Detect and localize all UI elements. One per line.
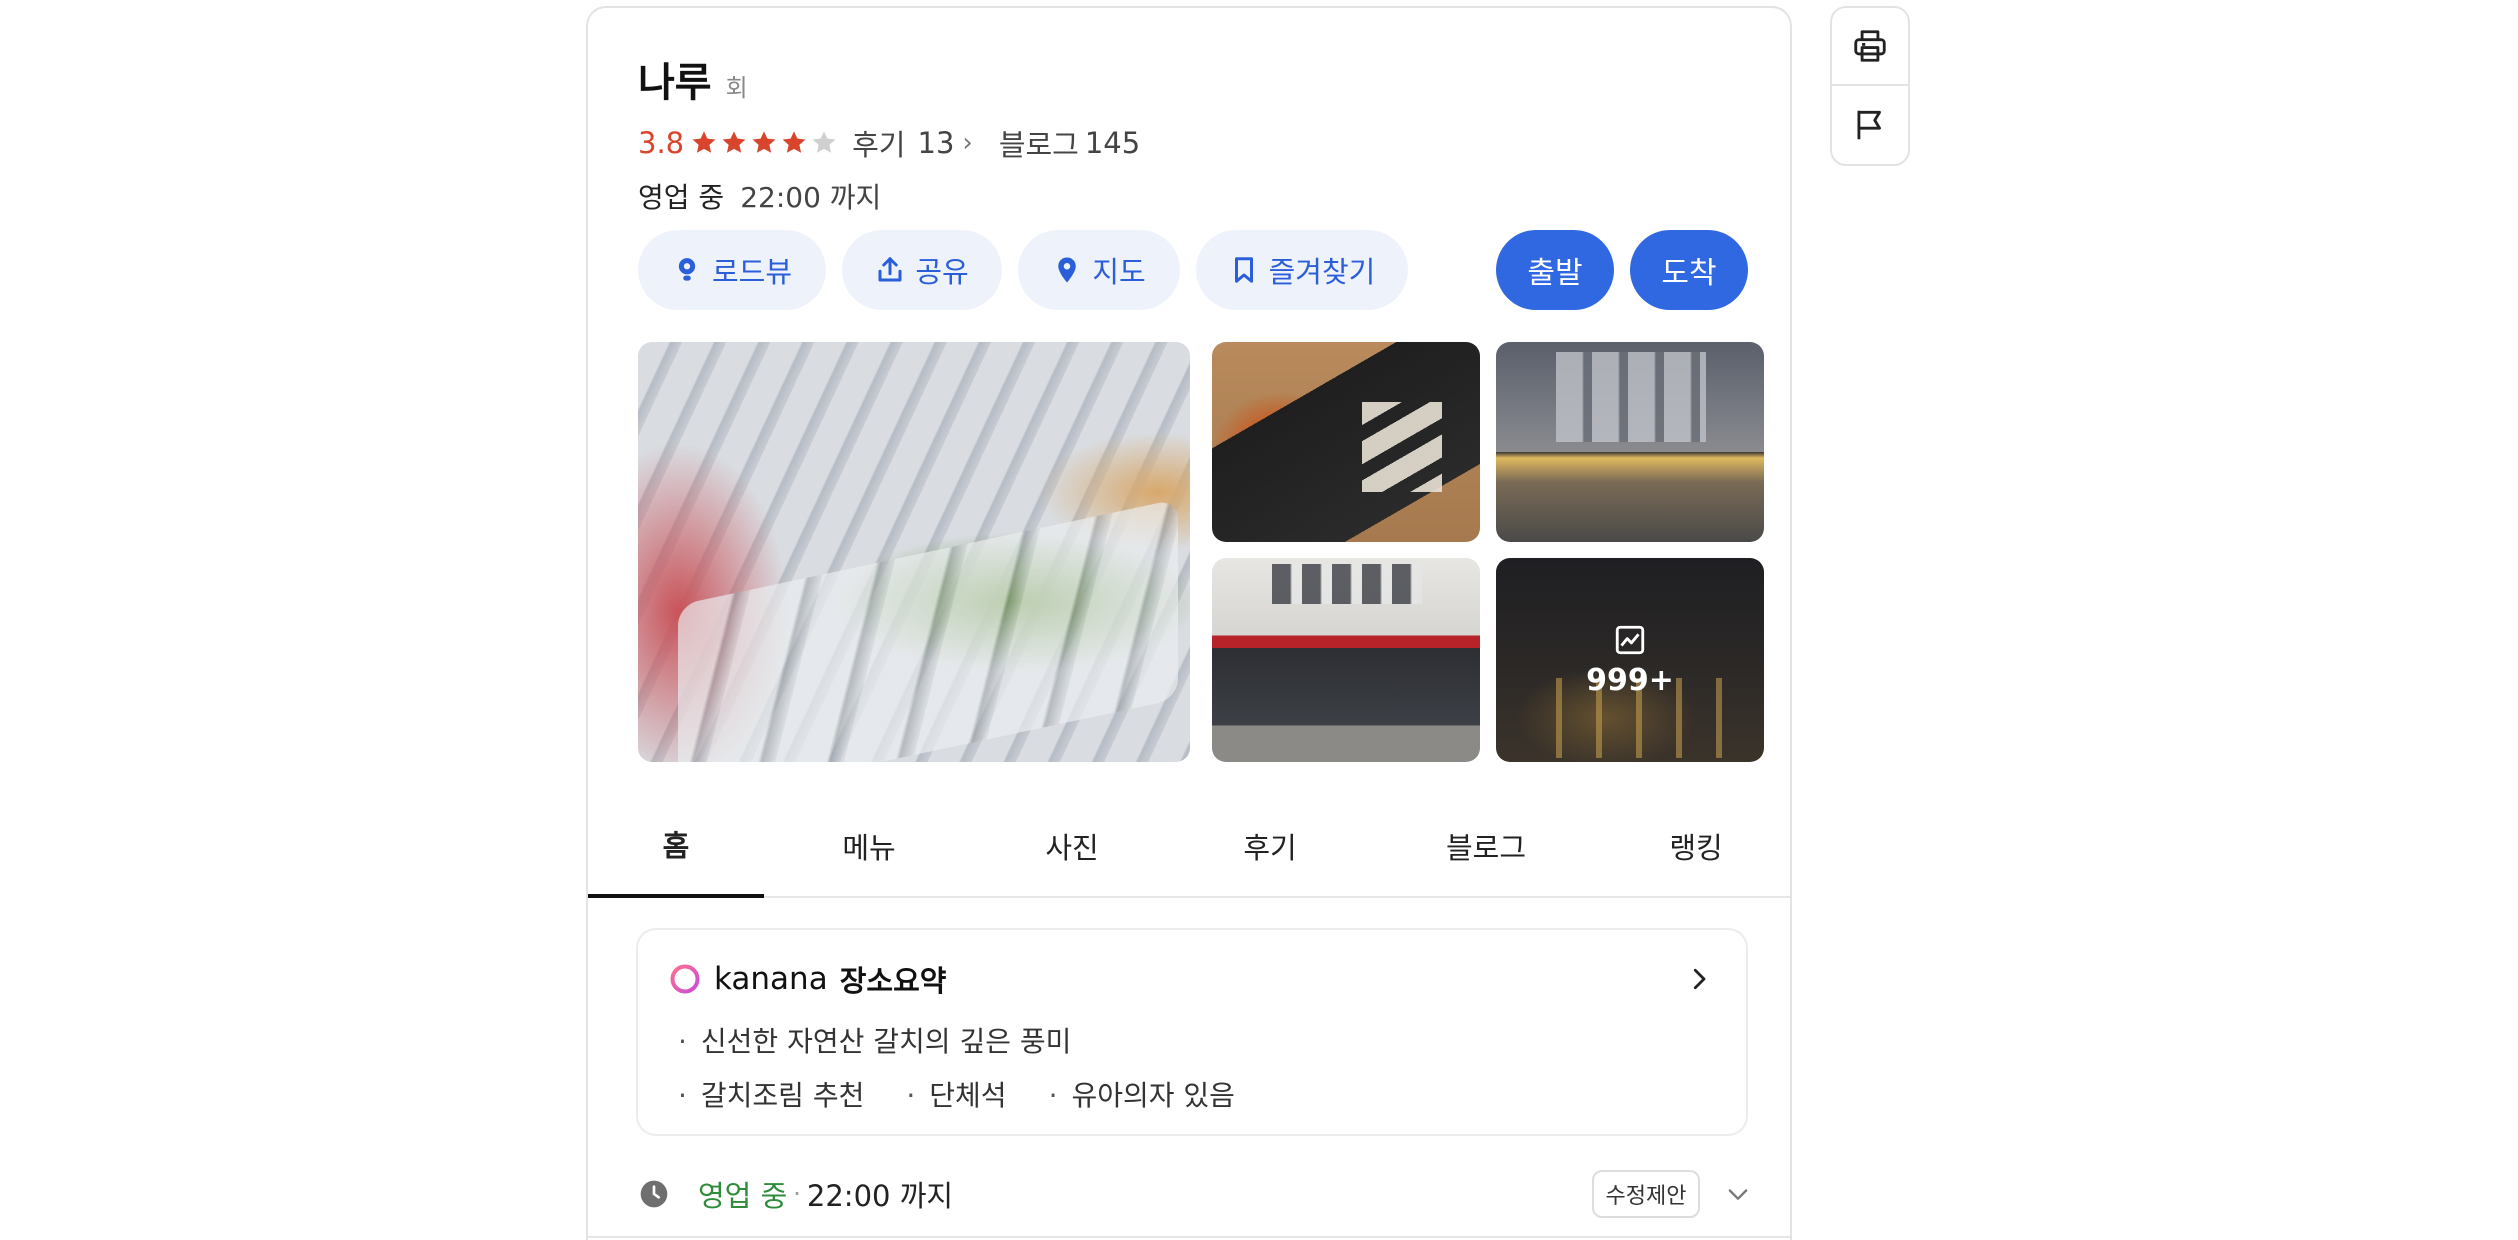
photo-thumbnail[interactable]: [1496, 342, 1764, 542]
gallery-icon: [1615, 625, 1645, 654]
hours-row: 영업 중 22:00 까지: [638, 176, 1140, 216]
summary-tag: 갈치조림 추천: [678, 1074, 864, 1114]
review-label: 후기: [852, 128, 906, 162]
share-button[interactable]: 공유: [842, 230, 1002, 310]
start-button[interactable]: 출발: [1496, 230, 1614, 310]
summary-highlight: 신선한 자연산 갈치의 깊은 풍미: [678, 1020, 1071, 1060]
closing-time: 22:00 까지: [806, 1179, 954, 1213]
action-bar: 로드뷰 공유 지도 즐겨찾기 출발 도착: [638, 230, 1748, 310]
report-button[interactable]: [1832, 86, 1908, 164]
summary-header: kanana 장소요약: [668, 958, 946, 1000]
title-row: 나루 회: [638, 50, 1140, 108]
roadview-label: 로드뷰: [711, 255, 793, 289]
tab-ranking[interactable]: 랭킹: [1602, 794, 1790, 898]
tab-photos[interactable]: 사진: [974, 794, 1170, 898]
kanana-logo-icon: [670, 964, 700, 994]
review-count: 13: [917, 126, 955, 160]
more-photos-overlay: 999+: [1496, 558, 1764, 762]
chevron-right-icon: ›: [962, 128, 973, 158]
kanana-summary-card[interactable]: kanana 장소요약 신선한 자연산 갈치의 깊은 풍미 갈치조림 추천 단체…: [636, 928, 1748, 1136]
star-filled-icon: [722, 131, 746, 153]
tab-menu[interactable]: 메뉴: [764, 794, 974, 898]
tab-bar: 홈 메뉴 사진 후기 블로그 랭킹: [588, 794, 1790, 898]
place-header: 나루 회 3.8 후기 13 › 블로그 145 영업 중 22:00 까지: [638, 50, 1140, 216]
rating-score: 3.8: [638, 126, 685, 160]
print-button[interactable]: [1832, 8, 1908, 86]
place-card: 나루 회 3.8 후기 13 › 블로그 145 영업 중 22:00 까지 로…: [586, 6, 1792, 1240]
print-icon: [1854, 30, 1886, 62]
more-photos-button[interactable]: 999+: [1496, 558, 1764, 762]
star-empty-icon: [812, 131, 836, 153]
map-pin-icon: [1058, 257, 1077, 283]
clock-icon: [640, 1180, 668, 1208]
place-name: 나루: [638, 60, 712, 106]
photo-thumbnail[interactable]: [1212, 342, 1480, 542]
summary-line: 신선한 자연산 갈치의 깊은 풍미: [678, 1020, 1235, 1060]
star-filled-icon: [782, 131, 806, 153]
kanana-brand: kanana: [714, 961, 828, 997]
tab-blog[interactable]: 블로그: [1370, 794, 1602, 898]
star-filled-icon: [692, 131, 716, 153]
chevron-right-icon[interactable]: [1684, 964, 1714, 994]
main-photo[interactable]: [638, 342, 1190, 762]
share-label: 공유: [915, 255, 969, 289]
blog-count: 145: [1084, 126, 1141, 160]
suggest-edit-button[interactable]: 수정제안: [1592, 1170, 1700, 1218]
divider: [588, 1236, 1790, 1238]
separator: ·: [793, 1180, 801, 1208]
tab-home[interactable]: 홈: [588, 794, 764, 898]
chevron-down-icon[interactable]: [1724, 1180, 1752, 1208]
map-button[interactable]: 지도: [1018, 230, 1180, 310]
destination-button[interactable]: 도착: [1630, 230, 1748, 310]
closing-time: 22:00 까지: [740, 181, 882, 214]
favorite-label: 즐겨찾기: [1268, 255, 1376, 289]
more-photos-count: 999+: [1586, 662, 1674, 698]
blog-link[interactable]: 블로그 145: [999, 122, 1140, 164]
summary-title: 장소요약: [839, 964, 947, 998]
star-filled-icon: [752, 131, 776, 153]
business-hours-row[interactable]: 영업 중 · 22:00 까지 수정제안: [638, 1168, 1750, 1220]
photo-grid: 999+: [638, 342, 1764, 762]
summary-tags: 갈치조림 추천 단체석 유아의자 있음: [678, 1074, 1235, 1114]
flag-icon: [1857, 110, 1881, 140]
map-label: 지도: [1092, 255, 1146, 289]
summary-lines: 신선한 자연산 갈치의 깊은 풍미 갈치조림 추천 단체석 유아의자 있음: [678, 1020, 1235, 1128]
share-icon: [878, 257, 902, 282]
side-tool-panel: [1830, 6, 1910, 166]
review-link[interactable]: 후기 13 ›: [852, 122, 999, 164]
roadview-button[interactable]: 로드뷰: [638, 230, 826, 310]
favorite-button[interactable]: 즐겨찾기: [1196, 230, 1408, 310]
photo-thumbnail[interactable]: [1212, 558, 1480, 762]
blog-label: 블로그: [998, 128, 1079, 162]
roadview-icon: [678, 258, 696, 281]
rating-row: 3.8 후기 13 › 블로그 145: [638, 122, 1140, 164]
summary-tag: 단체석: [906, 1074, 1006, 1114]
place-category: 회: [725, 74, 748, 102]
rating-stars: [690, 129, 838, 157]
open-status: 영업 중: [638, 181, 725, 214]
open-status: 영업 중: [698, 1179, 788, 1213]
tab-reviews[interactable]: 후기: [1170, 794, 1370, 898]
summary-tag: 유아의자 있음: [1049, 1074, 1234, 1114]
bookmark-icon: [1234, 257, 1253, 283]
